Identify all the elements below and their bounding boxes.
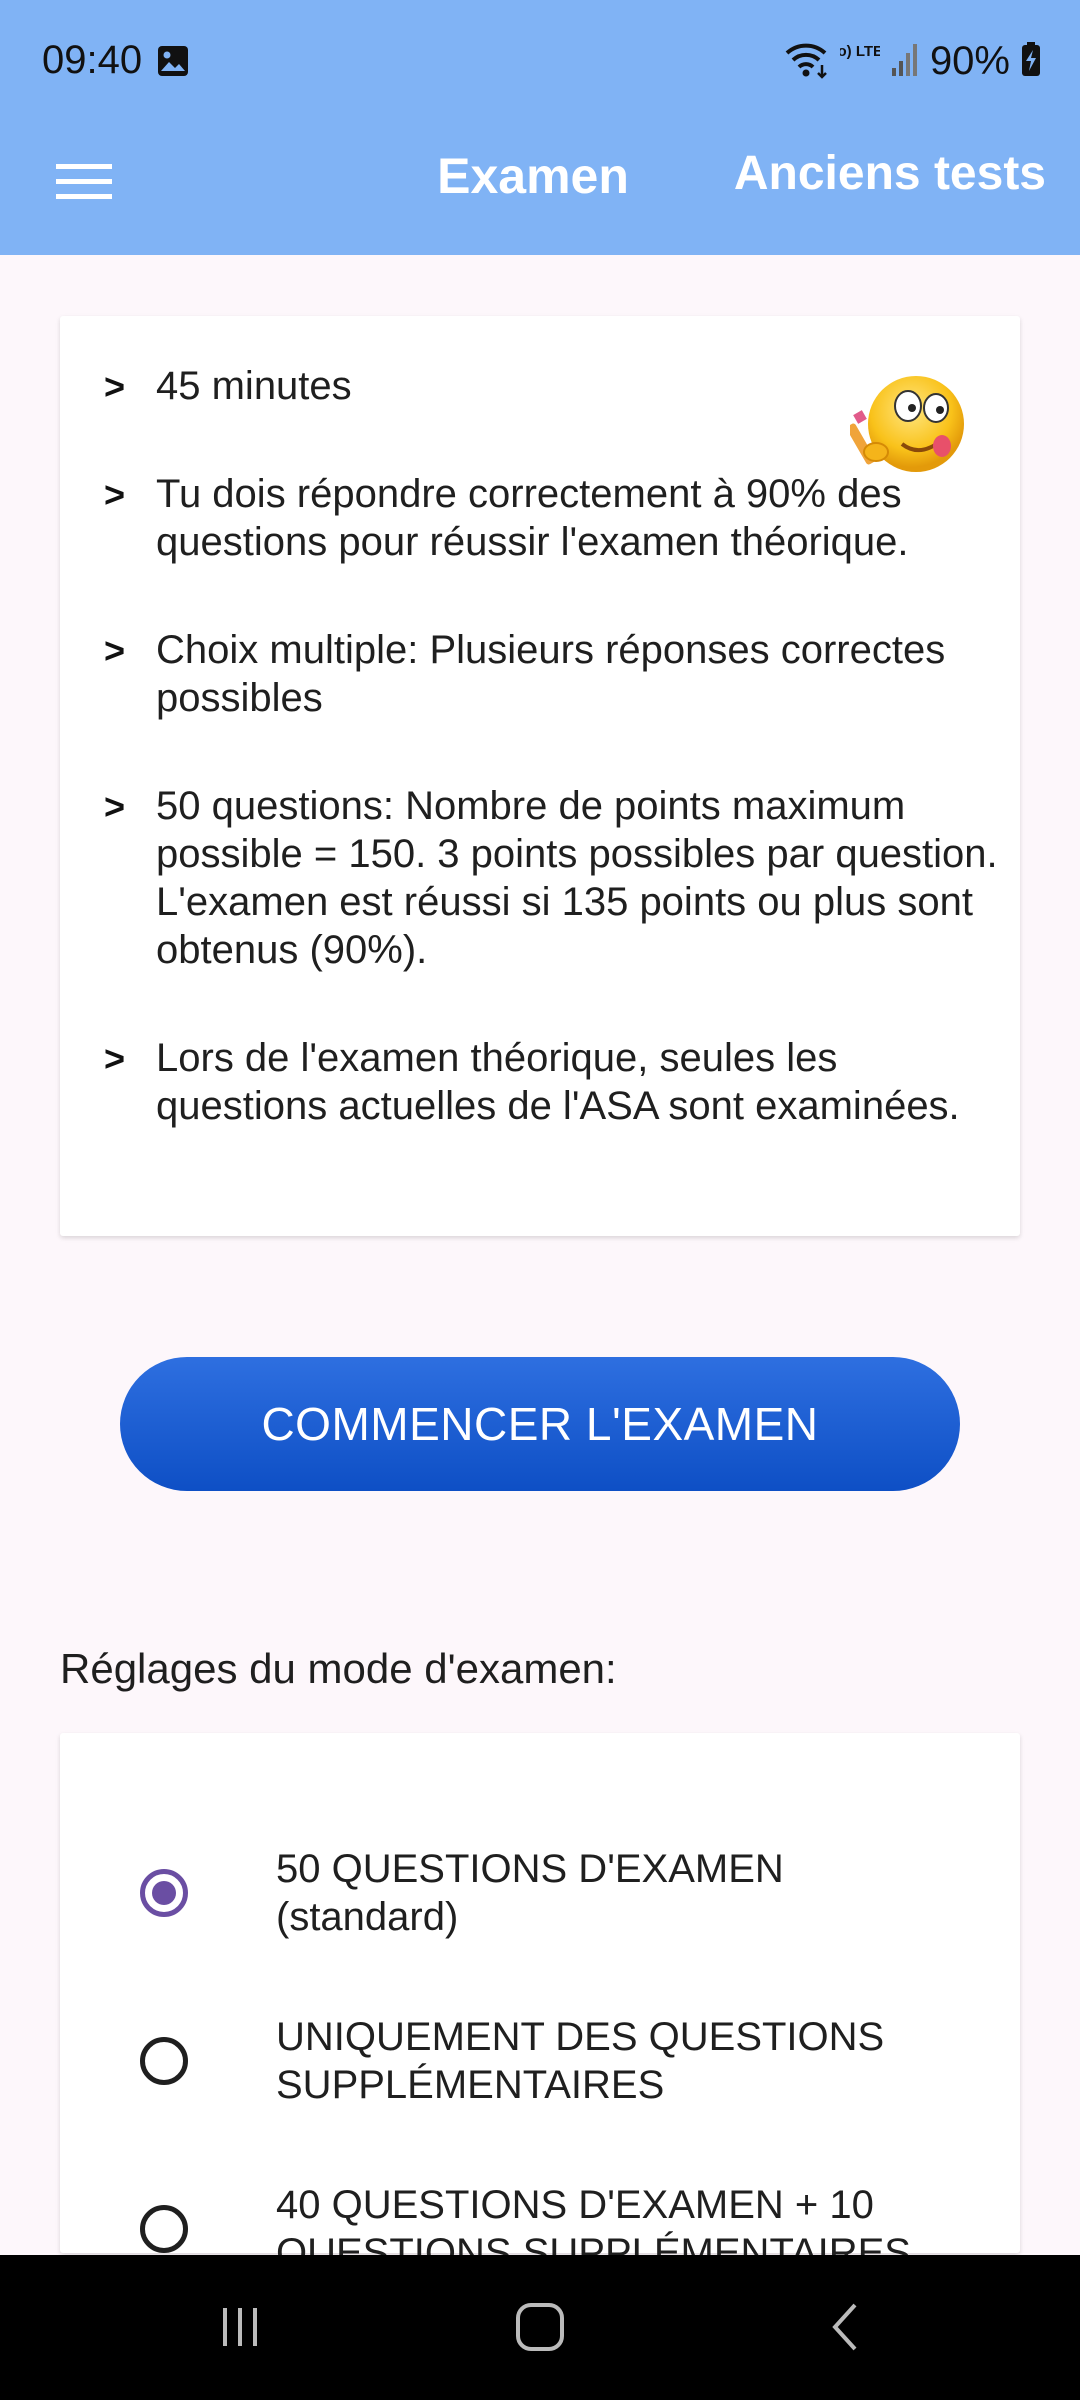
- start-exam-button[interactable]: COMMENCER L'EXAMEN: [120, 1357, 960, 1491]
- battery-charging-icon: [1020, 41, 1042, 82]
- status-time: 09:40: [42, 38, 143, 82]
- option-label: UNIQUEMENT DES QUESTIONS SUPPLÉMENTAIRES: [276, 2013, 996, 2109]
- exam-info-card: > 45 minutes > Tu dois répondre correcte…: [60, 316, 1020, 1236]
- info-item-text: 45 minutes: [156, 364, 352, 408]
- wifi-icon: [784, 39, 830, 84]
- recent-apps-icon[interactable]: [200, 2291, 280, 2363]
- info-item-text: Tu dois répondre correctement à 90% des …: [156, 472, 909, 564]
- radio-option-supplementary-only[interactable]: UNIQUEMENT DES QUESTIONS SUPPLÉMENTAIRES: [60, 1991, 1020, 2131]
- radio-option-standard[interactable]: 50 QUESTIONS D'EXAMEN (standard): [60, 1823, 1020, 1963]
- system-navigation-bar: [0, 2255, 1080, 2400]
- info-item-text: Choix multiple: Plusieurs réponses corre…: [156, 628, 946, 720]
- radio-unselected-icon[interactable]: [140, 2037, 188, 2085]
- option-label-line: (standard): [276, 1895, 459, 1939]
- radio-unselected-icon[interactable]: [140, 2205, 188, 2253]
- bullet-chevron-icon: >: [104, 474, 126, 515]
- settings-heading: Réglages du mode d'examen:: [60, 1645, 617, 1692]
- bullet-chevron-icon: >: [104, 366, 126, 407]
- option-label-line: UNIQUEMENT DES QUESTIONS: [276, 2015, 885, 2059]
- bullet-chevron-icon: >: [104, 1038, 126, 1079]
- home-icon[interactable]: [500, 2291, 580, 2363]
- back-icon[interactable]: [805, 2291, 885, 2363]
- thinking-face-pencil-icon: [846, 372, 980, 482]
- exam-mode-settings-card: 50 QUESTIONS D'EXAMEN (standard) UNIQUEM…: [60, 1733, 1020, 2275]
- option-label-line: 50 QUESTIONS D'EXAMEN: [276, 1847, 784, 1891]
- battery-level: 90%: [929, 38, 1010, 83]
- volte-icon: Vo) LTE1: [829, 39, 892, 84]
- app-bar: Examen Anciens tests: [0, 120, 1080, 255]
- radio-selected-icon[interactable]: [140, 1869, 188, 1917]
- info-item-text: Lors de l'examen théorique, seules les q…: [156, 1036, 960, 1128]
- bullet-chevron-icon: >: [104, 630, 126, 671]
- top-app-area: 09:40 Vo) LTE1: [0, 0, 1080, 255]
- signal-icon: [890, 40, 920, 83]
- old-tests-button[interactable]: Anciens tests: [734, 146, 1046, 201]
- info-item-text: 50 questions: Nombre de points maximum p…: [156, 784, 998, 972]
- volte-label: Vo) LTE1: [840, 43, 880, 60]
- option-label-line: SUPPLÉMENTAIRES: [276, 2063, 665, 2107]
- bullet-chevron-icon: >: [104, 786, 126, 827]
- option-label: 50 QUESTIONS D'EXAMEN (standard): [276, 1845, 996, 1941]
- option-label-line: 40 QUESTIONS D'EXAMEN + 10: [276, 2183, 874, 2227]
- gallery-icon: [156, 44, 190, 78]
- status-icons: Vo) LTE1 90%: [784, 38, 1042, 84]
- status-bar: 09:40 Vo) LTE1: [0, 0, 1080, 120]
